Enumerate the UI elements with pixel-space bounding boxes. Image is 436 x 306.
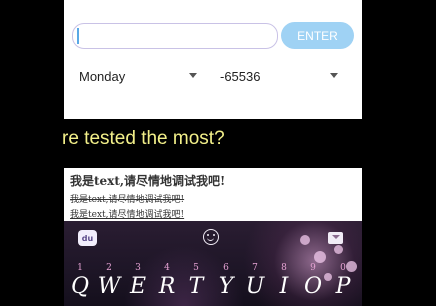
text-input[interactable] [72,23,278,49]
key-number: 6 [223,263,229,273]
blossom-decoration [300,235,310,245]
soft-keyboard: du 1 Q 2 W 3 E 4 R 5 T 6 Y 7 U 8 I 9 O 0… [64,221,362,306]
keyboard-logo-icon[interactable]: du [78,230,97,246]
text-panel: 我是text,请尽情地调试我吧! 我是text,请尽情地调试我吧! 我是text… [64,168,362,221]
day-select-value: Monday [79,68,126,84]
dropdown-arrow-icon [330,73,338,78]
key-letter: E [129,274,147,299]
dropdown-arrow-icon [189,73,197,78]
enter-button[interactable]: ENTER [281,22,354,49]
key-o[interactable]: 9 O [300,262,326,302]
key-u[interactable]: 7 U [242,262,268,302]
key-number: 4 [164,263,170,273]
blossom-decoration [334,245,343,254]
key-letter: U [245,274,265,299]
question-text: re tested the most? [62,128,225,149]
key-i[interactable]: 8 I [271,262,297,302]
key-number: 2 [106,263,112,273]
key-letter: Y [218,274,234,299]
number-select-value: -65536 [220,68,261,84]
key-r[interactable]: 4 R [154,262,180,302]
day-select[interactable]: Monday [79,63,199,89]
key-letter: P [335,274,351,299]
key-letter: R [158,274,176,299]
key-number: 0 [340,263,346,273]
key-number: 5 [193,263,199,273]
key-e[interactable]: 3 E [125,262,151,302]
bold-text-line: 我是text,请尽情地调试我吧! [70,174,226,188]
text-cursor [77,28,79,44]
number-select[interactable]: -65536 [220,63,340,89]
key-p[interactable]: 0 P [330,262,356,302]
key-number: 9 [310,263,316,273]
form-panel: ENTER Monday -65536 [64,0,362,119]
key-y[interactable]: 6 Y [213,262,239,302]
key-number: 8 [281,263,287,273]
key-number: 1 [77,263,83,273]
emoji-icon[interactable] [203,229,219,245]
key-letter: W [97,274,121,299]
key-w[interactable]: 2 W [96,262,122,302]
key-letter: T [188,274,204,299]
key-number: 3 [135,263,141,273]
key-t[interactable]: 5 T [183,262,209,302]
key-letter: I [279,274,289,299]
underlined-text-line: 我是text,请尽情地调试我吧! [70,210,185,220]
key-letter: O [303,274,323,299]
key-q[interactable]: 1 Q [67,262,93,302]
key-letter: Q [70,274,90,299]
hide-keyboard-icon[interactable] [328,232,343,244]
key-number: 7 [252,263,258,273]
strikethrough-text-line: 我是text,请尽情地调试我吧! [70,195,185,205]
